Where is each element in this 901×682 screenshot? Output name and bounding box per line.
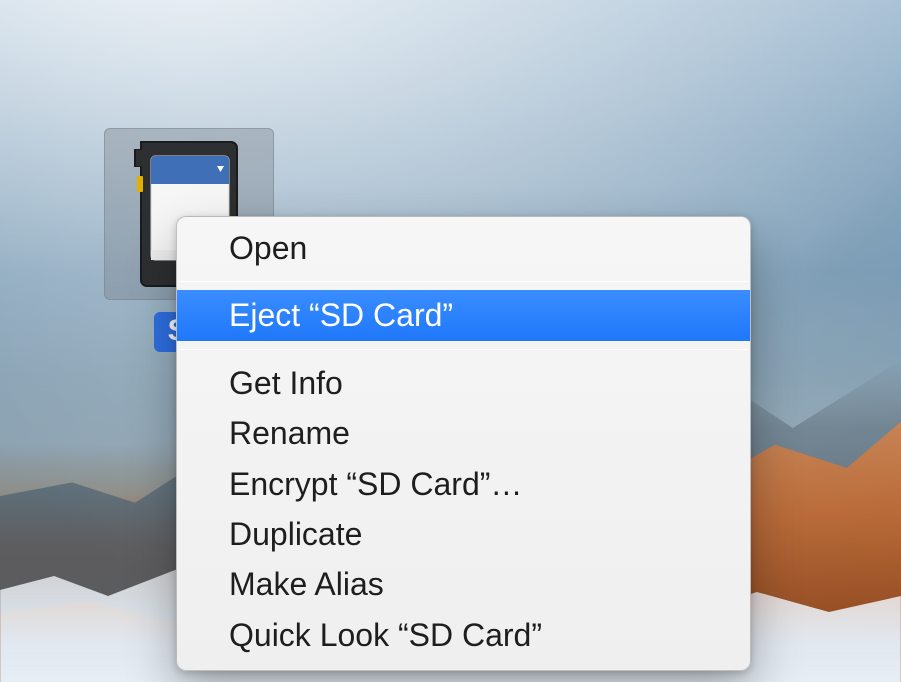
menu-item-open[interactable]: Open — [177, 223, 750, 273]
context-menu[interactable]: Open Eject “SD Card” Get Info Rename Enc… — [176, 216, 751, 671]
menu-separator — [179, 281, 748, 282]
menu-item-rename[interactable]: Rename — [177, 408, 750, 458]
menu-item-get-info[interactable]: Get Info — [177, 358, 750, 408]
menu-item-make-alias[interactable]: Make Alias — [177, 559, 750, 609]
menu-item-encrypt[interactable]: Encrypt “SD Card”… — [177, 459, 750, 509]
menu-item-quick-look[interactable]: Quick Look “SD Card” — [177, 610, 750, 660]
menu-item-eject[interactable]: Eject “SD Card” — [177, 290, 750, 340]
menu-item-duplicate[interactable]: Duplicate — [177, 509, 750, 559]
menu-separator — [179, 349, 748, 350]
